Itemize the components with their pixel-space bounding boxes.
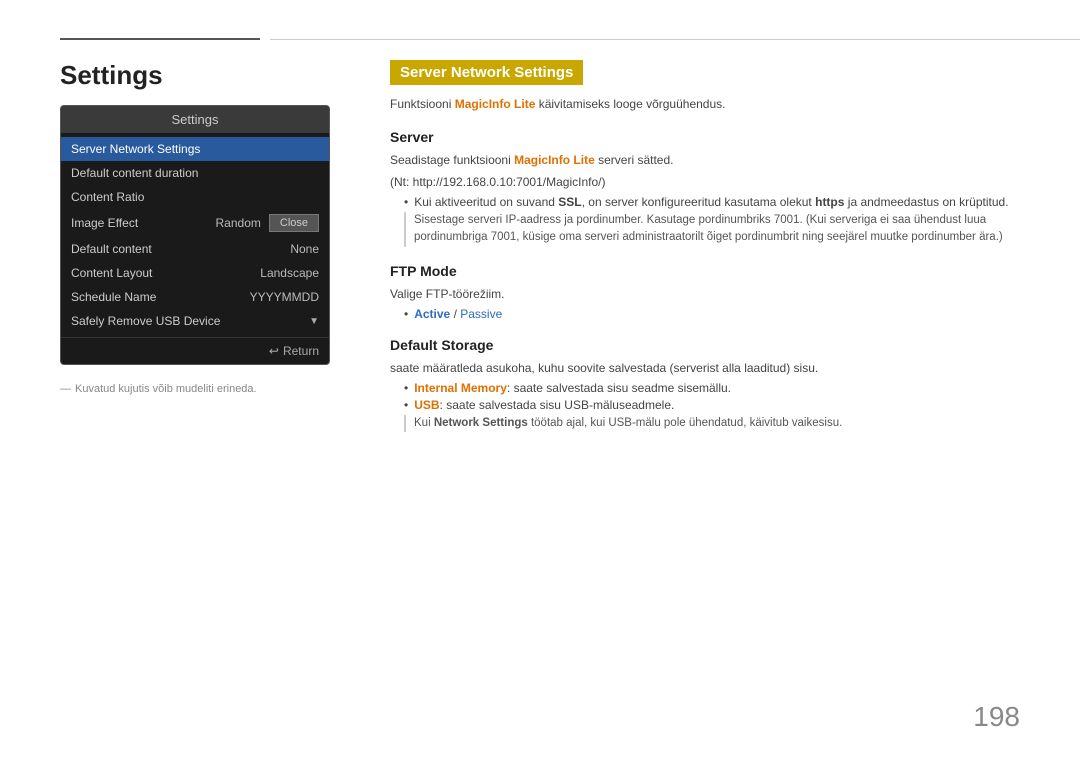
- menu-item-schedule-name[interactable]: Schedule Name YYYYMMDD: [61, 285, 329, 309]
- ssl-highlight: SSL: [558, 195, 581, 209]
- top-line-accent: [60, 38, 260, 40]
- menu-item-server-network[interactable]: Server Network Settings: [61, 137, 329, 161]
- menu-item-label: Schedule Name: [71, 290, 156, 304]
- server-url: (Nt: http://192.168.0.10:7001/MagicInfo/…: [390, 173, 1020, 191]
- settings-return[interactable]: ↩ Return: [61, 337, 329, 364]
- menu-item-image-effect[interactable]: Image Effect Random Close: [61, 209, 329, 237]
- menu-item-label: Default content: [71, 242, 152, 256]
- menu-item-label: Default content duration: [71, 166, 198, 180]
- ftp-line1: Valige FTP-töörežiim.: [390, 285, 1020, 303]
- settings-menu: Server Network Settings Default content …: [61, 133, 329, 337]
- storage-note: Kui Network Settings töötab ajal, kui US…: [404, 415, 1020, 432]
- server-section: Server Seadistage funktsiooni MagicInfo …: [390, 129, 1020, 247]
- ftp-modes: Active / Passive: [414, 307, 502, 321]
- ftp-section: FTP Mode Valige FTP-töörežiim. • Active …: [390, 263, 1020, 321]
- image-effect-value: Random: [216, 216, 261, 230]
- return-icon: ↩: [269, 344, 279, 358]
- menu-item-label: Content Layout: [71, 266, 152, 280]
- server-note: Sisestage serveri IP-aadress ja pordinum…: [404, 212, 1020, 247]
- return-label: Return: [283, 344, 319, 358]
- section-title-text: Server Network Settings: [400, 64, 573, 81]
- usb-highlight: USB: [414, 398, 439, 412]
- https-highlight: https: [815, 195, 844, 209]
- storage-title: Default Storage: [390, 337, 1020, 353]
- storage-line1: saate määratleda asukoha, kuhu soovite s…: [390, 359, 1020, 377]
- passive-link: Passive: [460, 307, 502, 321]
- magicinfo-server-highlight: MagicInfo Lite: [514, 153, 595, 167]
- left-panel: Settings Settings Server Network Setting…: [60, 60, 340, 395]
- settings-box-title: Settings: [61, 106, 329, 133]
- internal-memory-text: Internal Memory: saate salvestada sisu s…: [414, 381, 731, 395]
- scroll-arrow: ▼: [309, 316, 319, 327]
- caption: ― Kuvatud kujutis võib mudeliti erineda.: [60, 383, 340, 395]
- menu-item-content-duration[interactable]: Default content duration: [61, 161, 329, 185]
- storage-bullet-internal: • Internal Memory: saate salvestada sisu…: [404, 381, 1020, 395]
- magicinfo-highlight: MagicInfo Lite: [455, 97, 536, 111]
- ftp-bullet: • Active / Passive: [404, 307, 1020, 321]
- storage-bullet-usb: • USB: saate salvestada sisu USB-mälusea…: [404, 398, 1020, 412]
- default-content-value: None: [290, 242, 319, 256]
- bullet-dot-ftp: •: [404, 307, 408, 321]
- usb-text: USB: saate salvestada sisu USB-mäluseadm…: [414, 398, 674, 412]
- server-line1: Seadistage funktsiooni MagicInfo Lite se…: [390, 151, 1020, 169]
- storage-section: Default Storage saate määratleda asukoha…: [390, 337, 1020, 432]
- bullet-text: Kui aktiveeritud on suvand SSL, on serve…: [414, 195, 1008, 209]
- schedule-name-value: YYYYMMDD: [250, 290, 319, 304]
- menu-item-default-content[interactable]: Default content None: [61, 237, 329, 261]
- page-number: 198: [973, 701, 1020, 733]
- close-button[interactable]: Close: [269, 214, 319, 232]
- right-panel: Server Network Settings Funktsiooni Magi…: [390, 60, 1020, 448]
- page-title: Settings: [60, 60, 340, 91]
- network-settings-highlight: Network Settings: [434, 417, 528, 429]
- active-link: Active: [414, 307, 450, 321]
- server-title: Server: [390, 129, 1020, 145]
- intro-text: Funktsiooni MagicInfo Lite käivitamiseks…: [390, 97, 1020, 111]
- top-line-rule: [270, 39, 1080, 40]
- bullet-dot: •: [404, 195, 408, 209]
- caption-dash: ―: [60, 383, 71, 395]
- menu-item-label: Server Network Settings: [71, 142, 200, 156]
- internal-memory-highlight: Internal Memory: [414, 381, 507, 395]
- bullet-dot-internal: •: [404, 381, 408, 395]
- menu-item-label: Safely Remove USB Device: [71, 314, 220, 328]
- content-layout-value: Landscape: [260, 266, 319, 280]
- server-bullet-ssl: • Kui aktiveeritud on suvand SSL, on ser…: [404, 195, 1020, 209]
- menu-item-label: Image Effect: [71, 216, 138, 230]
- settings-ui-box: Settings Server Network Settings Default…: [60, 105, 330, 365]
- ftp-title: FTP Mode: [390, 263, 1020, 279]
- caption-text: Kuvatud kujutis võib mudeliti erineda.: [75, 383, 257, 395]
- section-title: Server Network Settings: [390, 60, 583, 85]
- bullet-dot-usb: •: [404, 398, 408, 412]
- menu-item-label: Content Ratio: [71, 190, 144, 204]
- menu-item-safely-remove[interactable]: Safely Remove USB Device ▼: [61, 309, 329, 333]
- menu-item-content-ratio[interactable]: Content Ratio: [61, 185, 329, 209]
- menu-item-content-layout[interactable]: Content Layout Landscape: [61, 261, 329, 285]
